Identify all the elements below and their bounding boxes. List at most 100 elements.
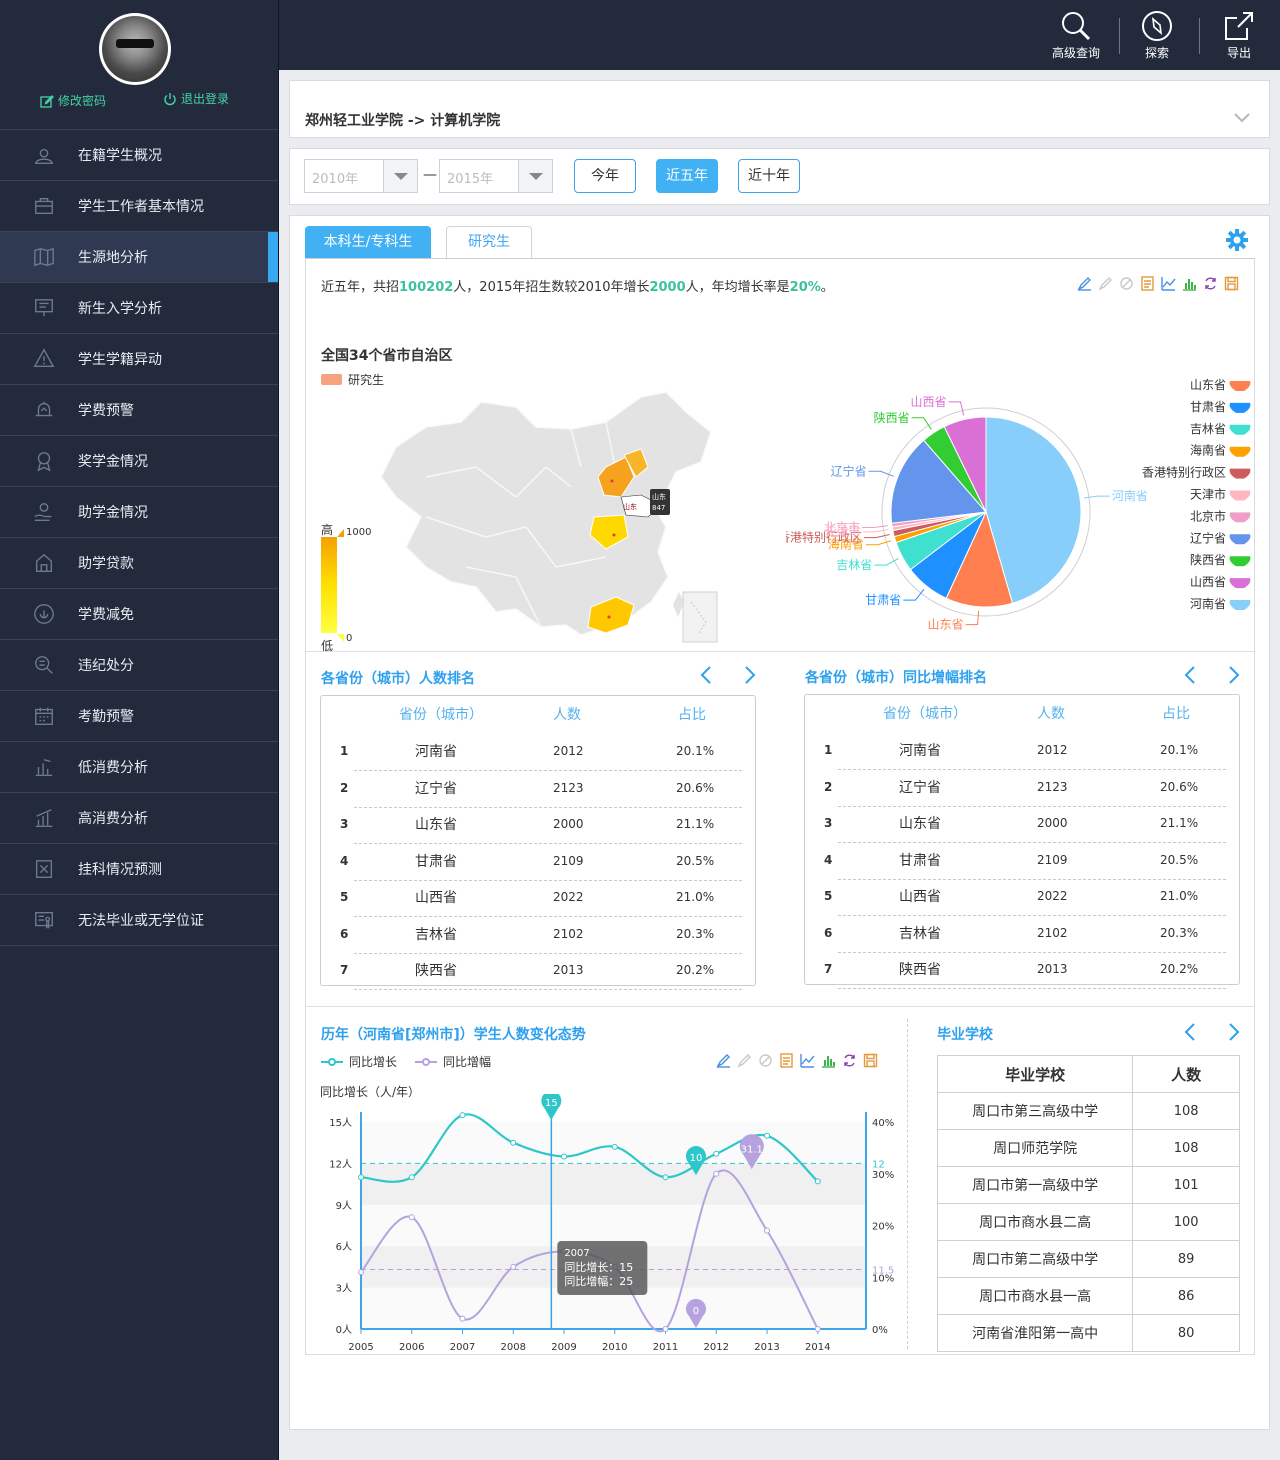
scale-handle-bottom[interactable]	[337, 634, 344, 642]
tab-graduate[interactable]: 研究生	[446, 226, 532, 258]
pie-legend-swatch[interactable]	[1229, 402, 1251, 413]
sidebar-item[interactable]: 助学贷款	[0, 538, 278, 589]
china-map[interactable]: 山东 山东 847	[366, 377, 736, 657]
change-password-link[interactable]: 修改密码	[40, 92, 106, 109]
series-point[interactable]	[459, 1112, 466, 1119]
sidebar-item[interactable]: 学费预警	[0, 385, 278, 436]
table-row[interactable]: 河南省淮阳第一高中 80	[936, 1314, 1240, 1352]
table-row[interactable]: 周口市商水县一高 86	[936, 1277, 1240, 1315]
mark-undo-icon[interactable]	[1098, 276, 1113, 291]
series-point[interactable]	[510, 1263, 517, 1270]
column-header[interactable]: 占比	[678, 704, 706, 724]
series-point[interactable]	[611, 1143, 618, 1150]
series-point[interactable]	[510, 1139, 517, 1146]
pie-legend-swatch[interactable]	[1229, 556, 1251, 567]
pie-legend-label[interactable]: 天津市	[1190, 487, 1226, 502]
series-point[interactable]	[561, 1153, 568, 1160]
column-header[interactable]: 人数	[1132, 1055, 1240, 1093]
column-header[interactable]: 省份（城市）	[399, 704, 483, 724]
series-point[interactable]	[814, 1178, 821, 1185]
column-header[interactable]: 人数	[1037, 703, 1065, 723]
series-point[interactable]	[764, 1227, 771, 1234]
sidebar-item[interactable]: 生源地分析	[0, 232, 278, 283]
table-row[interactable]: 周口市商水县二高 100	[936, 1203, 1240, 1241]
mark-undo-icon[interactable]	[737, 1053, 752, 1068]
column-header[interactable]: 人数	[553, 704, 581, 724]
line-chart-icon[interactable]	[800, 1053, 815, 1068]
pie-legend-swatch[interactable]	[1229, 600, 1251, 610]
sidebar-item[interactable]: 无法毕业或无学位证	[0, 895, 278, 946]
sidebar-item[interactable]: 奖学金情况	[0, 436, 278, 487]
pie-legend-swatch[interactable]	[1229, 578, 1251, 589]
mark-clear-icon[interactable]	[758, 1053, 773, 1068]
chevron-left-icon[interactable]	[699, 665, 713, 685]
gear-icon[interactable]	[1225, 228, 1249, 252]
mark-clear-icon[interactable]	[1119, 276, 1134, 291]
avatar[interactable]	[99, 13, 171, 85]
save-image-icon[interactable]	[1224, 276, 1239, 291]
pie-legend-swatch[interactable]	[1229, 534, 1251, 545]
pie-legend-label[interactable]: 香港特别行政区	[1142, 465, 1226, 480]
ten-years-button[interactable]: 近十年	[738, 159, 800, 193]
series-point[interactable]	[358, 1174, 364, 1181]
column-header[interactable]: 省份（城市）	[883, 703, 967, 723]
data-view-icon[interactable]	[1140, 276, 1155, 291]
visual-map-scale[interactable]	[321, 537, 337, 633]
series-point[interactable]	[662, 1174, 669, 1181]
tab-undergrad[interactable]: 本科生/专科生	[305, 226, 431, 258]
sidebar-item[interactable]: 学生工作者基本情况	[0, 181, 278, 232]
series-point[interactable]	[408, 1174, 415, 1181]
pie-legend-swatch[interactable]	[1229, 424, 1251, 435]
pie-chart[interactable]: 河南省山东省甘肃省吉林省海南省香港特别行政区天津市北京市辽宁省陕西省山西省山东省…	[786, 374, 1256, 679]
sidebar-item[interactable]: 考勤预警	[0, 691, 278, 742]
table-row[interactable]: 周口师范学院 108	[936, 1129, 1240, 1167]
table-row[interactable]: 周口市第二高级中学 89	[936, 1240, 1240, 1278]
sidebar-item[interactable]: 违纪处分	[0, 640, 278, 691]
logout-link[interactable]: 退出登录	[163, 90, 229, 107]
sidebar-item[interactable]: 挂科情况预测	[0, 844, 278, 895]
this-year-button[interactable]: 今年	[574, 159, 636, 193]
series-point[interactable]	[459, 1315, 466, 1322]
series-point[interactable]	[662, 1326, 669, 1332]
legend-swatch-rate[interactable]	[415, 1057, 438, 1067]
pie-legend-label[interactable]: 吉林省	[1190, 422, 1226, 436]
pie-legend-swatch[interactable]	[1229, 446, 1251, 457]
explore-button[interactable]: 探索	[1127, 10, 1187, 61]
pie-legend-label[interactable]: 山西省	[1190, 575, 1226, 589]
chevron-left-icon[interactable]	[1183, 1022, 1197, 1042]
table-row[interactable]: 周口市第三高级中学 108	[936, 1092, 1240, 1130]
column-header[interactable]: 毕业学校	[936, 1055, 1134, 1093]
sidebar-item[interactable]: 学生学籍异动	[0, 334, 278, 385]
mark-icon[interactable]	[716, 1053, 731, 1068]
bar-chart-icon[interactable]	[1182, 276, 1197, 291]
trend-line-chart[interactable]: 2005 2006 2007 2008 2009 2010 2011 2012 2013 2014…	[316, 1094, 896, 1359]
pie-legend-label[interactable]: 甘肃省	[1190, 400, 1226, 414]
save-image-icon[interactable]	[863, 1053, 878, 1068]
pie-legend-swatch[interactable]	[1229, 512, 1251, 523]
series-point[interactable]	[713, 1170, 720, 1177]
restore-icon[interactable]	[1203, 276, 1218, 291]
mark-icon[interactable]	[1077, 276, 1092, 291]
chevron-right-icon[interactable]	[1227, 1022, 1241, 1042]
pie-legend-label[interactable]: 河南省	[1190, 596, 1226, 611]
series-point[interactable]	[764, 1132, 771, 1139]
legend-swatch-growth[interactable]	[321, 1057, 343, 1067]
five-years-button[interactable]: 近五年	[656, 159, 718, 193]
bar-chart-icon[interactable]	[821, 1053, 836, 1068]
series-point[interactable]	[358, 1269, 364, 1276]
end-year-select[interactable]: 2015年	[439, 159, 553, 193]
sidebar-item[interactable]: 低消费分析	[0, 742, 278, 793]
data-view-icon[interactable]	[779, 1053, 794, 1068]
pie-legend-label[interactable]: 山东省	[1190, 378, 1226, 392]
series-point[interactable]	[408, 1214, 415, 1221]
line-chart-icon[interactable]	[1161, 276, 1176, 291]
map-legend-swatch[interactable]	[321, 374, 342, 385]
series-point[interactable]	[814, 1326, 821, 1332]
column-header[interactable]: 占比	[1162, 703, 1190, 723]
advanced-search-button[interactable]: 高级查询	[1046, 10, 1106, 61]
pie-legend-label[interactable]: 北京市	[1190, 508, 1226, 523]
chevron-right-icon[interactable]	[1227, 665, 1241, 685]
pie-legend-label[interactable]: 陕西省	[1190, 552, 1226, 567]
pie-legend-label[interactable]: 海南省	[1190, 443, 1226, 458]
pie-legend-swatch[interactable]	[1229, 490, 1251, 501]
